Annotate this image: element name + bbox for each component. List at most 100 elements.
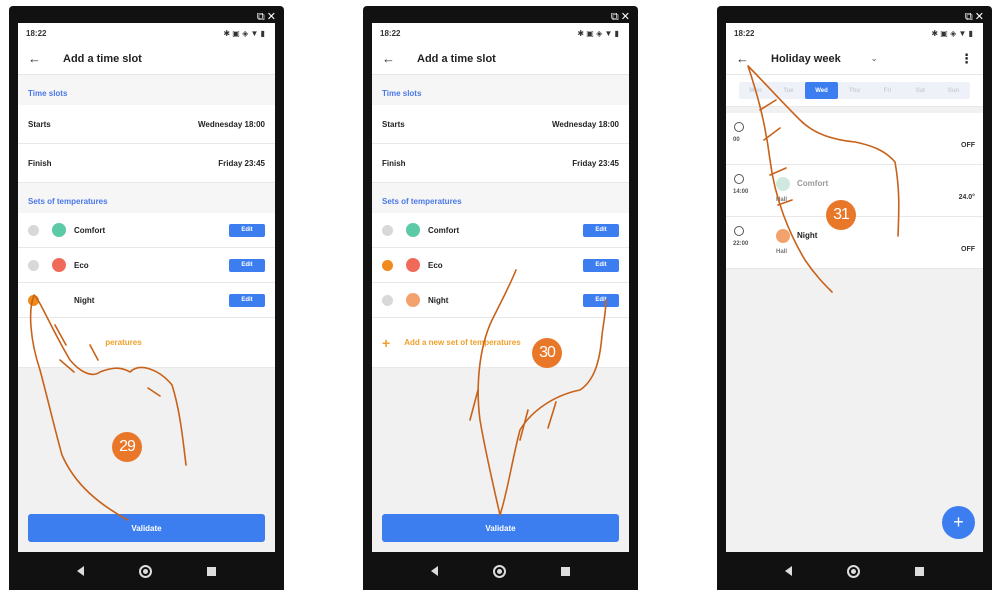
status-time: 18:22 bbox=[734, 28, 755, 38]
radio-button[interactable] bbox=[382, 224, 393, 236]
radio-button[interactable] bbox=[28, 224, 39, 236]
eco-icon bbox=[406, 258, 420, 272]
finish-row[interactable]: Finish Friday 23:45 bbox=[372, 144, 629, 183]
slot-value: OFF bbox=[961, 246, 975, 253]
edit-button[interactable]: Edit bbox=[229, 258, 265, 272]
window-icons[interactable]: ⧉✕ bbox=[257, 10, 278, 24]
set-name: Comfort bbox=[74, 225, 106, 235]
back-arrow-icon[interactable]: ← bbox=[28, 51, 41, 66]
nav-recent-icon[interactable] bbox=[561, 566, 571, 576]
app-bar: ← Add a time slot bbox=[18, 43, 275, 75]
add-set-row[interactable]: + Add a new set of temperatures bbox=[372, 318, 629, 368]
clock-icon bbox=[734, 122, 744, 132]
slot-value: 24.0° bbox=[958, 194, 975, 201]
set-name: Eco bbox=[74, 260, 89, 270]
day-tab[interactable]: Sat bbox=[904, 82, 937, 99]
status-icons: ✱ ▣ ◈ ▼ ▮ bbox=[931, 28, 973, 38]
add-set-label: peratures bbox=[105, 338, 142, 347]
status-time: 18:22 bbox=[380, 28, 401, 38]
edit-button[interactable]: Edit bbox=[583, 223, 619, 237]
nav-back-icon[interactable] bbox=[784, 566, 792, 576]
starts-label: Starts bbox=[28, 119, 51, 129]
finish-row[interactable]: Finish Friday 23:45 bbox=[18, 144, 275, 183]
nav-home-icon[interactable] bbox=[492, 564, 506, 578]
set-row-eco[interactable]: Eco Edit bbox=[372, 248, 629, 283]
nav-home-icon[interactable] bbox=[138, 564, 152, 578]
status-icons: ✱ ▣ ◈ ▼ ▮ bbox=[223, 28, 265, 38]
comfort-icon bbox=[406, 223, 420, 237]
radio-button[interactable] bbox=[28, 259, 39, 271]
nav-back-icon[interactable] bbox=[430, 566, 438, 576]
day-tab[interactable]: Mon bbox=[739, 82, 772, 99]
page-title: Holiday week bbox=[771, 52, 841, 65]
slot-time: 00 bbox=[733, 137, 740, 143]
step-badge: 29 bbox=[112, 432, 142, 462]
edit-button[interactable]: Edit bbox=[583, 258, 619, 272]
set-name: Night bbox=[74, 295, 95, 305]
night-icon bbox=[406, 293, 420, 307]
set-row-night[interactable]: Night Edit bbox=[372, 283, 629, 318]
slot-time: 22:00 bbox=[733, 241, 749, 247]
nav-back-icon[interactable] bbox=[76, 566, 84, 576]
chevron-down-icon[interactable]: ⌄ bbox=[871, 54, 878, 63]
set-row-eco[interactable]: Eco Edit bbox=[18, 248, 275, 283]
phone-3: ⧉✕ 18:22 ✱ ▣ ◈ ▼ ▮ ← Holiday week ⌄ ⋮ Mo… bbox=[717, 6, 992, 590]
radio-button-selected[interactable] bbox=[28, 294, 39, 306]
slot-row[interactable]: 00 OFF bbox=[726, 113, 983, 165]
add-set-row[interactable]: + peratures bbox=[18, 318, 275, 368]
slot-time: 14:00 bbox=[733, 189, 749, 195]
step-badge: 30 bbox=[532, 338, 562, 368]
section-time-slots: Time slots bbox=[18, 75, 275, 105]
slot-zone: Hall bbox=[776, 249, 788, 255]
edit-button[interactable]: Edit bbox=[229, 223, 265, 237]
set-name: Night bbox=[428, 295, 449, 305]
section-time-slots: Time slots bbox=[372, 75, 629, 105]
more-options-icon[interactable]: ⋮ bbox=[960, 51, 973, 67]
validate-button[interactable]: Validate bbox=[28, 514, 265, 542]
android-nav-bar bbox=[9, 552, 284, 590]
set-row-comfort[interactable]: Comfort Edit bbox=[18, 213, 275, 248]
status-time: 18:22 bbox=[26, 28, 47, 38]
day-tab[interactable]: Fri bbox=[871, 82, 904, 99]
set-row-night[interactable]: Night Edit bbox=[18, 283, 275, 318]
back-arrow-icon[interactable]: ← bbox=[736, 51, 749, 66]
radio-button[interactable] bbox=[382, 294, 393, 306]
add-slot-button[interactable]: + bbox=[942, 506, 975, 539]
phone-1: ⧉✕ 18:22 ✱ ▣ ◈ ▼ ▮ ← Add a time slot Tim… bbox=[9, 6, 284, 590]
day-tab[interactable]: Sun bbox=[937, 82, 970, 99]
status-bar: 18:22 ✱ ▣ ◈ ▼ ▮ bbox=[372, 23, 629, 43]
set-row-comfort[interactable]: Comfort Edit bbox=[372, 213, 629, 248]
day-tab[interactable]: Tue bbox=[772, 82, 805, 99]
starts-row[interactable]: Starts Wednesday 18:00 bbox=[372, 105, 629, 144]
day-tab[interactable]: Thu bbox=[838, 82, 871, 99]
app-bar: ← Add a time slot bbox=[372, 43, 629, 75]
radio-button-selected[interactable] bbox=[382, 259, 393, 271]
window-icons[interactable]: ⧉✕ bbox=[611, 10, 632, 24]
status-bar: 18:22 ✱ ▣ ◈ ▼ ▮ bbox=[726, 23, 983, 43]
slot-row[interactable]: 22:00 Night Hall OFF bbox=[726, 217, 983, 269]
clock-icon bbox=[734, 174, 744, 184]
finish-value: Friday 23:45 bbox=[572, 158, 619, 168]
phone-2: ⧉✕ 18:22 ✱ ▣ ◈ ▼ ▮ ← Add a time slot Tim… bbox=[363, 6, 638, 590]
nav-recent-icon[interactable] bbox=[207, 566, 217, 576]
day-tab-active[interactable]: Wed bbox=[805, 82, 838, 99]
nav-home-icon[interactable] bbox=[846, 564, 860, 578]
app-bar: ← Holiday week ⌄ ⋮ bbox=[726, 43, 983, 75]
set-name: Eco bbox=[428, 260, 443, 270]
day-selector: Mon Tue Wed Thu Fri Sat Sun bbox=[726, 75, 983, 107]
status-icons: ✱ ▣ ◈ ▼ ▮ bbox=[577, 28, 619, 38]
window-icons[interactable]: ⧉✕ bbox=[965, 10, 986, 24]
edit-button[interactable]: Edit bbox=[229, 293, 265, 307]
screen-1: 18:22 ✱ ▣ ◈ ▼ ▮ ← Add a time slot Time s… bbox=[18, 23, 275, 552]
validate-button[interactable]: Validate bbox=[382, 514, 619, 542]
back-arrow-icon[interactable]: ← bbox=[382, 51, 395, 66]
slot-value: OFF bbox=[961, 142, 975, 149]
starts-row[interactable]: Starts Wednesday 18:00 bbox=[18, 105, 275, 144]
slot-zone: Hall bbox=[776, 197, 788, 203]
starts-label: Starts bbox=[382, 119, 405, 129]
edit-button[interactable]: Edit bbox=[583, 293, 619, 307]
plus-icon: + bbox=[28, 334, 37, 351]
nav-recent-icon[interactable] bbox=[915, 566, 925, 576]
finish-label: Finish bbox=[382, 158, 406, 168]
set-name: Comfort bbox=[428, 225, 460, 235]
